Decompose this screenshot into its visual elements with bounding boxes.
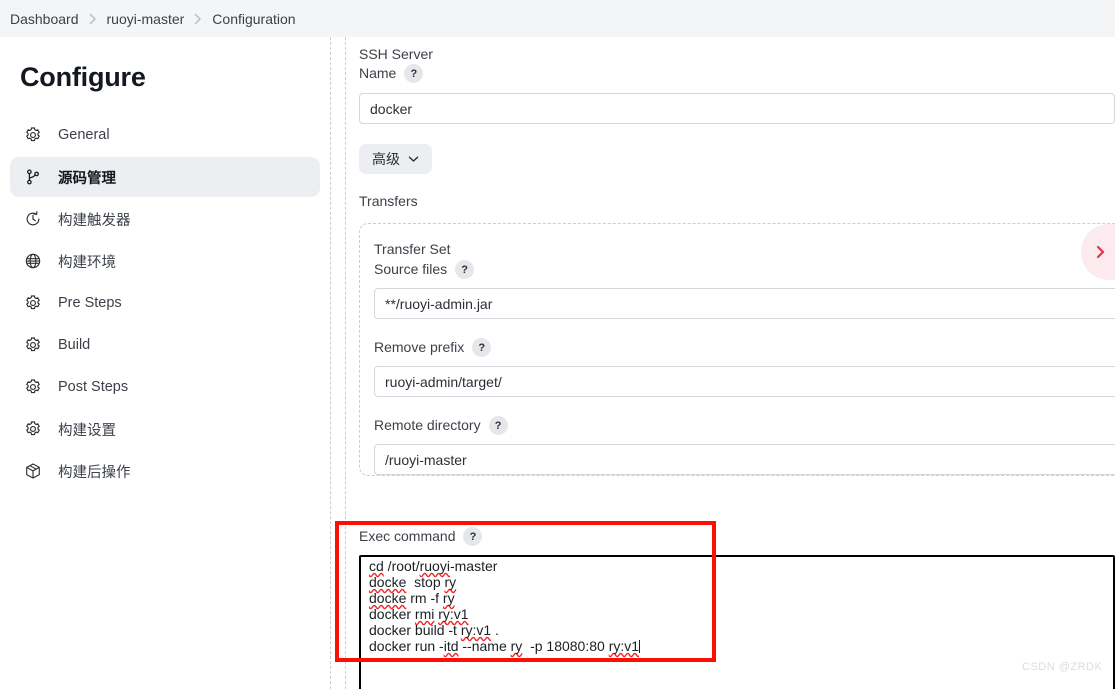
ssh-server-name-field: SSH Server Name ? (359, 45, 1115, 124)
remote-directory-label: Remote directory (374, 417, 481, 433)
remove-prefix-label: Remove prefix (374, 339, 465, 355)
help-icon[interactable]: ? (463, 527, 483, 546)
breadcrumb: Dashboard ruoyi-master Configuration (0, 0, 1115, 37)
help-icon[interactable]: ? (404, 64, 424, 83)
help-icon[interactable]: ? (455, 260, 475, 279)
gear-icon (22, 124, 44, 146)
ssh-server-name-input[interactable] (359, 93, 1115, 124)
form-guide-rail (330, 37, 331, 689)
sidebar-item-general[interactable]: General (10, 115, 320, 155)
advanced-button-label: 高级 (372, 151, 400, 167)
clock-icon (22, 208, 44, 230)
chevron-down-icon (408, 155, 419, 163)
exec-command-textarea[interactable] (359, 555, 1115, 689)
sidebar-item-build-environment[interactable]: 构建环境 (10, 241, 320, 281)
source-files-input[interactable] (374, 288, 1115, 319)
exec-command-field: Exec command ? cd /root/ruoyi-master doc… (359, 527, 1115, 689)
remote-directory-input[interactable] (374, 444, 1115, 475)
transfer-set-panel: Transfer Set Source files ? Remove prefi… (359, 223, 1115, 476)
configuration-page: Dashboard ruoyi-master Configuration Con… (0, 0, 1115, 689)
gear-icon (22, 418, 44, 440)
sidebar-nav: General 源码管理 构建触发器 构建环境 Pre Steps Build … (0, 115, 330, 491)
sidebar-item-source-code-management[interactable]: 源码管理 (10, 157, 320, 197)
form-guide-rail (345, 37, 346, 689)
gear-icon (22, 334, 44, 356)
sidebar-item-label: 构建环境 (58, 254, 116, 271)
git-branch-icon (22, 166, 44, 188)
ssh-server-name-label-line1: SSH Server (359, 46, 433, 62)
source-files-label: Source files (374, 261, 448, 277)
ssh-server-name-label-line2: Name (359, 65, 397, 81)
help-icon[interactable]: ? (488, 416, 508, 435)
breadcrumb-item-dashboard[interactable]: Dashboard (10, 11, 79, 27)
sidebar-item-label: Pre Steps (58, 295, 122, 311)
remove-prefix-input[interactable] (374, 366, 1115, 397)
chevron-right-icon (194, 13, 202, 25)
configure-sidebar: Configure General 源码管理 构建触发器 构建环境 Pre St… (0, 37, 330, 689)
gear-icon (22, 292, 44, 314)
sidebar-item-build[interactable]: Build (10, 325, 320, 365)
sidebar-item-label: 构建触发器 (58, 212, 131, 229)
breadcrumb-item-configuration[interactable]: Configuration (212, 11, 295, 27)
page-title: Configure (20, 62, 146, 92)
sidebar-item-label: Build (58, 337, 91, 353)
watermark: CSDN @ZRDK (1022, 661, 1103, 673)
sidebar-item-post-build-actions[interactable]: 构建后操作 (10, 451, 320, 491)
sidebar-item-label: 构建设置 (58, 422, 116, 439)
chevron-right-icon (89, 13, 97, 25)
sidebar-item-label: General (58, 127, 110, 143)
package-icon (22, 460, 44, 482)
transfers-label: Transfers (359, 193, 418, 209)
sidebar-item-label: 构建后操作 (58, 464, 131, 481)
globe-icon (22, 250, 44, 272)
sidebar-item-post-steps[interactable]: Post Steps (10, 367, 320, 407)
sidebar-item-build-triggers[interactable]: 构建触发器 (10, 199, 320, 239)
transfer-set-title: Transfer Set (374, 241, 451, 257)
gear-icon (22, 376, 44, 398)
sidebar-item-pre-steps[interactable]: Pre Steps (10, 283, 320, 323)
sidebar-item-label: 源码管理 (58, 170, 116, 187)
exec-command-label: Exec command (359, 528, 456, 544)
advanced-button[interactable]: 高级 (359, 144, 432, 174)
sidebar-item-build-settings[interactable]: 构建设置 (10, 409, 320, 449)
sidebar-item-label: Post Steps (58, 379, 129, 395)
breadcrumb-item-project[interactable]: ruoyi-master (107, 11, 185, 27)
help-icon[interactable]: ? (472, 338, 492, 357)
